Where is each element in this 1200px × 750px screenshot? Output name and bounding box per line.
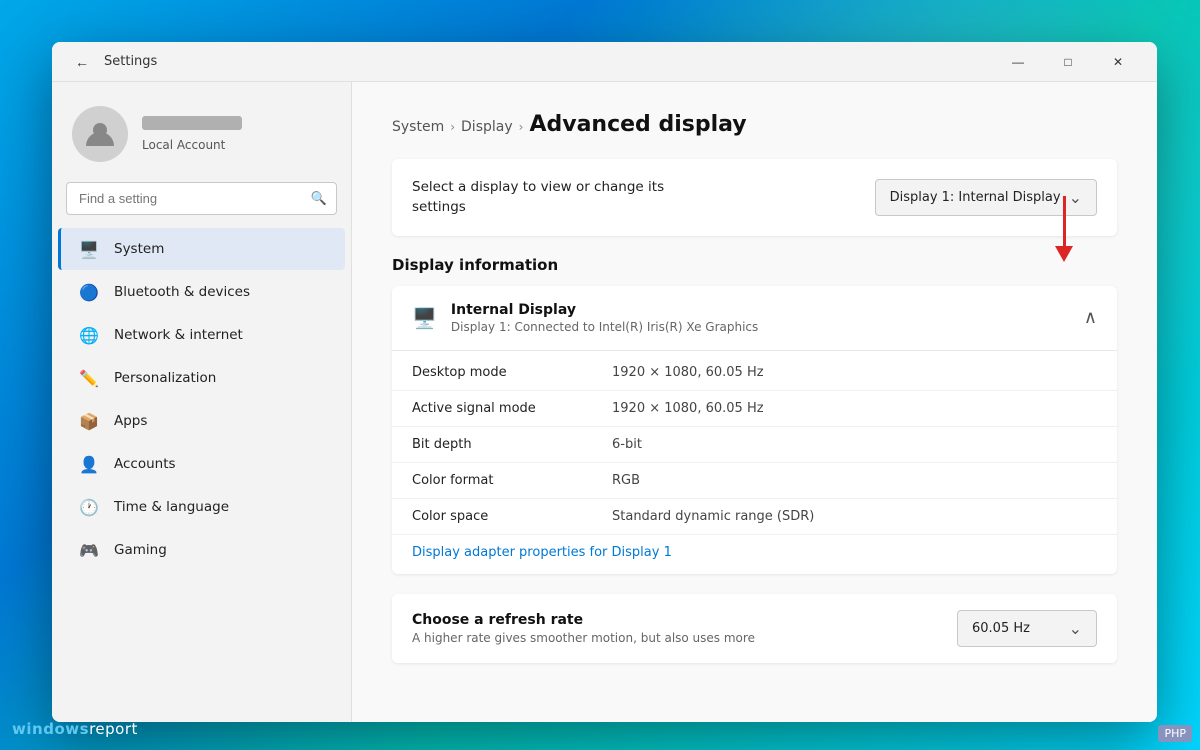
settings-window: ← Settings — □ ✕ Local Account — [52, 42, 1157, 722]
breadcrumb-sep-2: › — [519, 120, 524, 134]
breadcrumb-display[interactable]: Display — [461, 119, 513, 135]
display-info-card: 🖥️ Internal Display Display 1: Connected… — [392, 286, 1117, 574]
minimize-button[interactable]: — — [995, 46, 1041, 78]
refresh-rate-selected: 60.05 Hz — [972, 621, 1030, 636]
avatar — [72, 106, 128, 162]
display-dropdown-arrow: ⌄ — [1069, 188, 1082, 207]
info-card-body: Desktop mode 1920 × 1080, 60.05 Hz Activ… — [392, 351, 1117, 574]
sidebar: Local Account 🔍 🖥️ System 🔵 Bluetooth & … — [52, 82, 352, 722]
sidebar-item-system-label: System — [114, 241, 164, 257]
bluetooth-icon: 🔵 — [78, 281, 100, 303]
sidebar-item-personalization-label: Personalization — [114, 370, 216, 386]
gaming-icon: 🎮 — [78, 539, 100, 561]
window-title: Settings — [104, 54, 157, 69]
right-panel: System › Display › Advanced display Sele… — [352, 82, 1157, 722]
info-card-subtitle: Display 1: Connected to Intel(R) Iris(R)… — [451, 320, 758, 334]
personalization-icon: ✏️ — [78, 367, 100, 389]
back-button[interactable]: ← — [68, 48, 96, 76]
display-selector-label: Select a display to view or change its s… — [412, 177, 692, 218]
close-button[interactable]: ✕ — [1095, 46, 1141, 78]
sidebar-item-accounts-label: Accounts — [114, 456, 176, 472]
watermark-php: PHP — [1158, 725, 1192, 742]
collapse-icon[interactable]: ∧ — [1084, 307, 1097, 328]
maximize-button[interactable]: □ — [1045, 46, 1091, 78]
sidebar-item-apps[interactable]: 📦 Apps — [58, 400, 345, 442]
sidebar-item-gaming[interactable]: 🎮 Gaming — [58, 529, 345, 571]
refresh-rate-dropdown-arrow: ⌄ — [1069, 619, 1082, 638]
display-selected-value: Display 1: Internal Display — [890, 190, 1061, 205]
info-card-title-group: Internal Display Display 1: Connected to… — [451, 302, 758, 334]
table-row: Color space Standard dynamic range (SDR) — [392, 499, 1117, 535]
info-card-header-left: 🖥️ Internal Display Display 1: Connected… — [412, 302, 758, 334]
table-row: Desktop mode 1920 × 1080, 60.05 Hz — [392, 355, 1117, 391]
sidebar-item-accounts[interactable]: 👤 Accounts — [58, 443, 345, 485]
user-label: Local Account — [142, 138, 225, 152]
search-icon: 🔍 — [311, 191, 327, 206]
user-icon — [84, 118, 116, 150]
search-input[interactable] — [66, 182, 337, 215]
watermark-logo: windowsreport — [12, 720, 138, 738]
refresh-card-text: Choose a refresh rate A higher rate give… — [412, 612, 755, 645]
sidebar-item-personalization[interactable]: ✏️ Personalization — [58, 357, 345, 399]
sidebar-item-apps-label: Apps — [114, 413, 147, 429]
user-name-blurred — [142, 116, 242, 130]
row-value-bit-depth: 6-bit — [612, 437, 642, 452]
refresh-rate-card: Choose a refresh rate A higher rate give… — [392, 594, 1117, 663]
time-icon: 🕐 — [78, 496, 100, 518]
info-card-title: Internal Display — [451, 302, 758, 318]
network-icon: 🌐 — [78, 324, 100, 346]
table-row: Bit depth 6-bit — [392, 427, 1117, 463]
row-label-signal-mode: Active signal mode — [412, 401, 612, 416]
refresh-rate-title: Choose a refresh rate — [412, 612, 755, 628]
sidebar-item-bluetooth-label: Bluetooth & devices — [114, 284, 250, 300]
refresh-rate-subtitle: A higher rate gives smoother motion, but… — [412, 631, 755, 645]
user-info: Local Account — [142, 116, 242, 153]
row-label-desktop-mode: Desktop mode — [412, 365, 612, 380]
row-label-bit-depth: Bit depth — [412, 437, 612, 452]
accounts-icon: 👤 — [78, 453, 100, 475]
refresh-rate-dropdown[interactable]: 60.05 Hz ⌄ — [957, 610, 1097, 647]
sidebar-item-time[interactable]: 🕐 Time & language — [58, 486, 345, 528]
table-row: Active signal mode 1920 × 1080, 60.05 Hz — [392, 391, 1117, 427]
table-row: Color format RGB — [392, 463, 1117, 499]
row-value-desktop-mode: 1920 × 1080, 60.05 Hz — [612, 365, 764, 380]
row-value-signal-mode: 1920 × 1080, 60.05 Hz — [612, 401, 764, 416]
watermark-windows: windowsreport — [12, 720, 138, 738]
monitor-icon: 🖥️ — [412, 306, 437, 330]
search-box: 🔍 — [66, 182, 337, 215]
sidebar-item-network-label: Network & internet — [114, 327, 243, 343]
sidebar-item-time-label: Time & language — [114, 499, 229, 515]
title-bar: ← Settings — □ ✕ — [52, 42, 1157, 82]
breadcrumb-sep-1: › — [450, 120, 455, 134]
window-controls: — □ ✕ — [995, 46, 1141, 78]
breadcrumb-system[interactable]: System — [392, 119, 444, 135]
apps-icon: 📦 — [78, 410, 100, 432]
sidebar-item-bluetooth[interactable]: 🔵 Bluetooth & devices — [58, 271, 345, 313]
sidebar-nav: 🖥️ System 🔵 Bluetooth & devices 🌐 Networ… — [52, 227, 351, 572]
sidebar-item-network[interactable]: 🌐 Network & internet — [58, 314, 345, 356]
system-icon: 🖥️ — [78, 238, 100, 260]
adapter-link[interactable]: Display adapter properties for Display 1 — [392, 535, 1117, 570]
section-title-display-info: Display information — [392, 256, 1117, 274]
row-value-color-format: RGB — [612, 473, 640, 488]
display-selector-card: Select a display to view or change its s… — [392, 159, 1117, 236]
row-label-color-format: Color format — [412, 473, 612, 488]
breadcrumb: System › Display › Advanced display — [392, 112, 1117, 137]
user-profile: Local Account — [52, 90, 351, 182]
main-content: Local Account 🔍 🖥️ System 🔵 Bluetooth & … — [52, 82, 1157, 722]
info-card-header: 🖥️ Internal Display Display 1: Connected… — [392, 286, 1117, 351]
row-label-color-space: Color space — [412, 509, 612, 524]
sidebar-item-system[interactable]: 🖥️ System — [58, 228, 345, 270]
sidebar-item-gaming-label: Gaming — [114, 542, 167, 558]
row-value-color-space: Standard dynamic range (SDR) — [612, 509, 814, 524]
display-dropdown[interactable]: Display 1: Internal Display ⌄ — [875, 179, 1097, 216]
breadcrumb-current: Advanced display — [529, 112, 746, 137]
